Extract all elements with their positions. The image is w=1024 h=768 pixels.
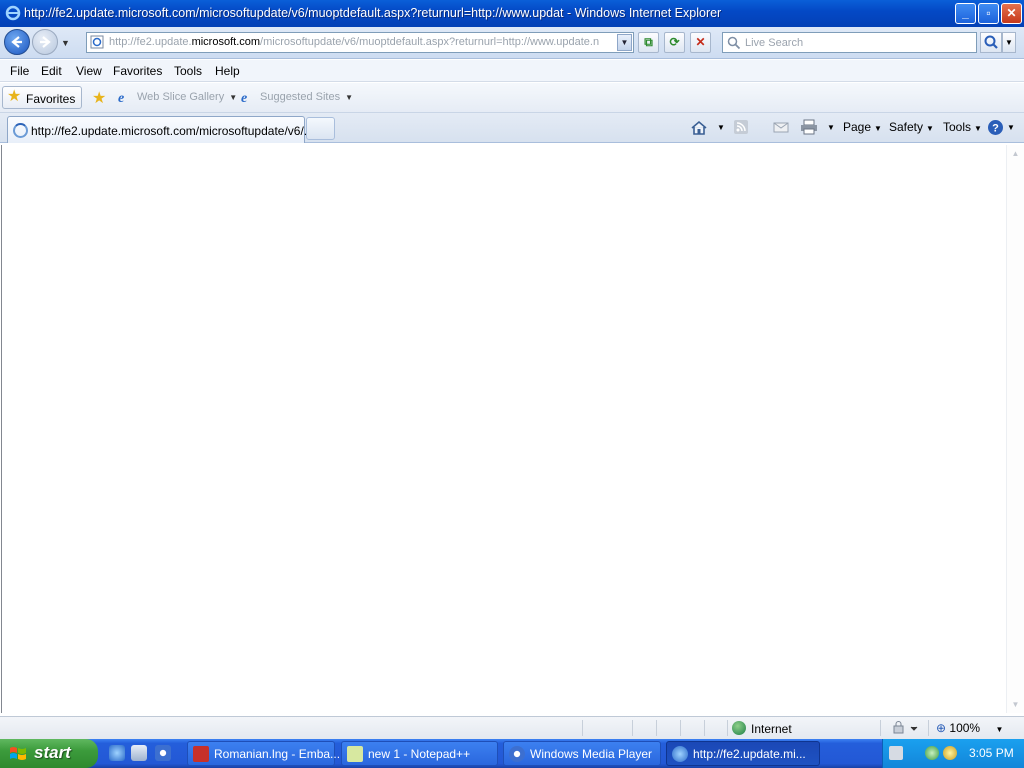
feeds-icon[interactable] [733, 119, 749, 135]
ie-page-icon: e [118, 91, 125, 106]
menu-view[interactable]: View [76, 64, 102, 78]
search-options-dropdown[interactable]: ▼ [1002, 32, 1016, 53]
address-url[interactable]: http://fe2.update.microsoft.com/microsof… [109, 36, 617, 48]
keyboard-icon[interactable] [889, 746, 903, 760]
forward-button[interactable] [32, 29, 58, 55]
refresh-button[interactable]: ⟳ [664, 32, 685, 53]
search-placeholder: Live Search [745, 37, 804, 49]
home-dropdown[interactable]: ▼ [714, 119, 725, 133]
recent-pages-dropdown[interactable]: ▼ [61, 38, 70, 48]
ie-logo-icon [5, 5, 21, 21]
menu-favorites[interactable]: Favorites [113, 64, 162, 78]
clock[interactable]: 3:05 PM [969, 746, 1014, 760]
address-dropdown[interactable]: ▼ [617, 34, 632, 51]
chevron-down-icon[interactable]: ▼ [345, 93, 353, 102]
windows-flag-icon [10, 747, 26, 760]
zoom-dropdown[interactable]: ▼ [995, 725, 1003, 734]
home-icon[interactable] [690, 119, 708, 137]
title-bar: http://fe2.update.microsoft.com/microsof… [0, 0, 1024, 27]
page-menu[interactable]: Page ▼ [843, 120, 882, 134]
start-label: start [34, 743, 71, 762]
search-box[interactable]: Live Search [722, 32, 977, 53]
taskbar: start Romanian.lng - Emba... new 1 - Not… [0, 739, 1024, 768]
status-divider [582, 720, 583, 736]
chevron-down-icon[interactable]: ▼ [229, 93, 237, 102]
app-icon [193, 746, 209, 762]
read-mail-icon[interactable] [773, 119, 789, 135]
page-content[interactable] [1, 145, 1006, 713]
add-to-favorites-bar-icon[interactable]: ★ [92, 88, 106, 108]
new-tab-button[interactable] [306, 117, 335, 140]
scroll-up-arrow-icon[interactable]: ▲ [1007, 145, 1024, 162]
suggested-sites-link[interactable]: e Suggested Sites ▼ [241, 91, 353, 106]
tab-current[interactable]: http://fe2.update.microsoft.com/microsof… [7, 116, 314, 143]
network-icon[interactable] [925, 746, 939, 760]
status-divider [680, 720, 681, 736]
close-window-button[interactable]: ✕ [1001, 3, 1022, 24]
globe-icon [732, 721, 746, 735]
ie-page-icon: e [241, 91, 248, 106]
quicklaunch-show-desktop-icon[interactable] [131, 745, 147, 761]
favorites-star-icon: ★ [7, 88, 22, 105]
notepadpp-icon [347, 746, 363, 762]
maximize-button[interactable]: ▫ [978, 3, 999, 24]
favorites-label: Favorites [26, 92, 76, 106]
minimize-button[interactable]: _ [955, 3, 976, 24]
page-icon [90, 35, 104, 49]
menu-edit[interactable]: Edit [41, 64, 62, 78]
loading-icon [13, 123, 28, 138]
menu-bar: File Edit View Favorites Tools Help [0, 60, 1024, 82]
taskbar-item-notepadpp[interactable]: new 1 - Notepad++ [341, 741, 498, 766]
status-divider [704, 720, 705, 736]
zoom-magnifier-icon: ⊕ [936, 721, 947, 735]
menu-file[interactable]: File [10, 64, 29, 78]
security-zone[interactable]: Internet [732, 721, 792, 736]
system-tray: 3:05 PM [882, 739, 1024, 768]
forward-arrow-icon [40, 36, 51, 48]
quicklaunch-ie-icon[interactable] [109, 745, 125, 761]
help-icon[interactable]: ? [987, 119, 1004, 136]
scroll-down-arrow-icon[interactable]: ▼ [1007, 696, 1024, 713]
ie-icon [672, 746, 688, 762]
security-shield-icon[interactable] [943, 746, 957, 760]
status-divider [727, 720, 728, 736]
protected-mode-icon[interactable] [892, 721, 918, 735]
print-dropdown[interactable]: ▼ [824, 119, 835, 133]
address-bar[interactable]: http://fe2.update.microsoft.com/microsof… [86, 32, 634, 53]
status-bar: Internet ⊕ 100% ▼ [0, 716, 1024, 739]
status-divider [656, 720, 657, 736]
zoom-level[interactable]: ⊕ 100% ▼ [936, 721, 1003, 735]
taskbar-item-romanian-lng[interactable]: Romanian.lng - Emba... [187, 741, 340, 766]
favorites-button[interactable]: ★ Favorites [2, 86, 82, 109]
tools-menu[interactable]: Tools ▼ [943, 120, 982, 134]
svg-text:?: ? [992, 123, 999, 135]
taskbar-item-ie[interactable]: http://fe2.update.mi... [666, 741, 820, 766]
safety-menu[interactable]: Safety ▼ [889, 120, 934, 134]
taskbar-item-media-player[interactable]: Windows Media Player [503, 741, 661, 766]
status-divider [928, 720, 929, 736]
menu-help[interactable]: Help [215, 64, 240, 78]
print-icon[interactable] [800, 119, 818, 135]
back-button[interactable] [4, 29, 30, 55]
search-button[interactable] [980, 32, 1002, 53]
quicklaunch-media-player-icon[interactable] [155, 745, 171, 761]
tab-row: http://fe2.update.microsoft.com/microsof… [0, 113, 1024, 143]
status-divider [880, 720, 881, 736]
navigation-bar: ▼ http://fe2.update.microsoft.com/micros… [0, 27, 1024, 59]
magnifier-icon [984, 35, 998, 49]
stop-button[interactable]: ✕ [690, 32, 711, 53]
favorites-bar: ★ Favorites ★ e Web Slice Gallery ▼ e Sugge… [0, 83, 1024, 113]
start-button[interactable]: start [0, 739, 98, 768]
help-dropdown[interactable]: ▼ [1004, 119, 1015, 133]
back-arrow-icon [11, 36, 22, 48]
media-player-icon [509, 746, 525, 762]
menu-tools[interactable]: Tools [174, 64, 202, 78]
web-slice-gallery-link[interactable]: e Web Slice Gallery ▼ [118, 91, 237, 106]
vertical-scrollbar[interactable]: ▲ ▼ [1006, 145, 1024, 713]
live-search-icon [727, 36, 741, 50]
status-divider [632, 720, 633, 736]
compatibility-view-button[interactable]: ⧉ [638, 32, 659, 53]
window-title: http://fe2.update.microsoft.com/microsof… [24, 6, 722, 20]
tab-title: http://fe2.update.microsoft.com/microsof… [31, 124, 314, 138]
